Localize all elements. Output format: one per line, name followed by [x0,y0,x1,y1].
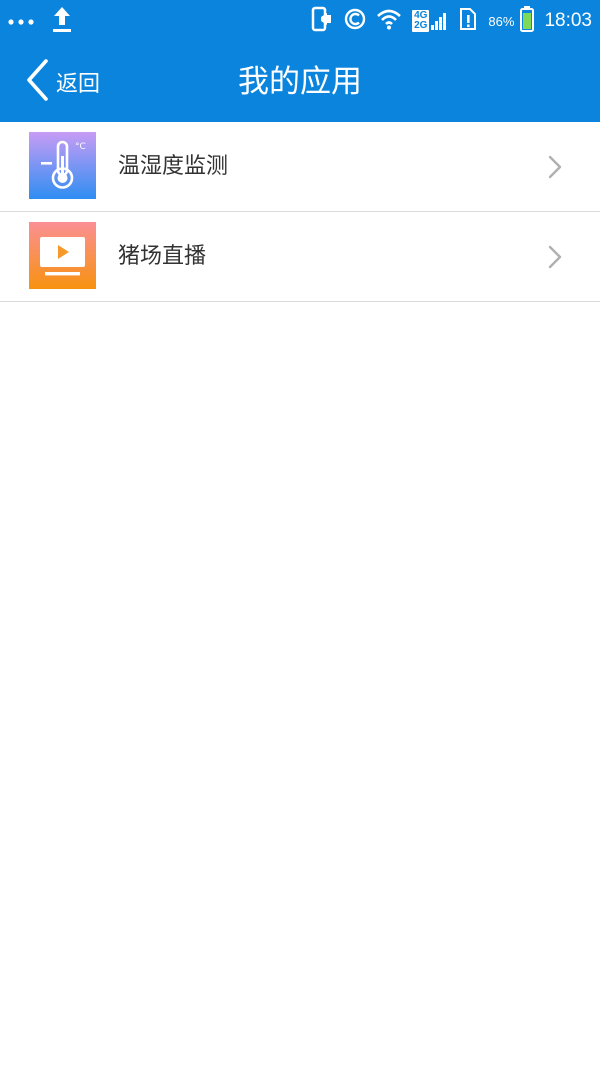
back-button[interactable]: 返回 [26,42,100,122]
wifi-icon [376,8,402,34]
battery-percent: 86% [488,13,515,29]
battery-icon [520,6,535,36]
thermometer-icon: °C [29,132,96,199]
cellular-signal-icon: 4G 2G [412,10,448,32]
celsius-label: °C [75,142,86,152]
back-label: 返回 [56,72,101,97]
app-label-temperature-humidity: 温湿度监测 [118,154,229,179]
list-item-temperature-humidity[interactable]: °C 温湿度监测 [0,122,600,212]
network-2g-label: 2G [414,20,428,31]
sim-alert-icon [458,7,478,35]
status-bar: 4G 2G 86% 18:03 [0,0,600,42]
app-list: °C 温湿度监测 猪场直播 [0,122,600,302]
clock: 18:03 [544,10,592,31]
app-label-farm-live: 猪场直播 [118,244,207,269]
chevron-left-icon [26,59,48,105]
status-bar-right: 4G 2G 86% 18:03 [300,0,592,42]
phone-vibrate-icon [310,6,334,36]
more-notifications-icon [8,12,38,31]
chevron-right-icon [548,212,562,301]
status-bar-left [8,0,72,42]
upload-icon [52,5,72,37]
tv-play-icon [29,222,96,289]
list-item-farm-live[interactable]: 猪场直播 [0,212,600,302]
nav-bar: 返回 我的应用 [0,42,600,122]
hd-call-icon [344,8,366,34]
chevron-right-icon [548,122,562,211]
